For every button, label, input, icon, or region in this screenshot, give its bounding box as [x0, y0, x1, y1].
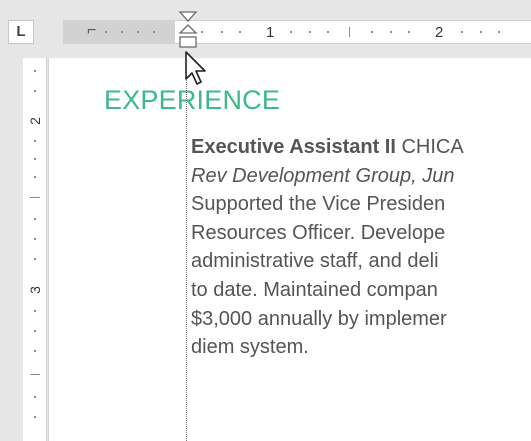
ruler-tick: [34, 310, 36, 312]
paragraph-line[interactable]: Resources Officer. Develope: [191, 219, 531, 248]
ruler-half-tick: [30, 197, 40, 198]
tab-selector-button[interactable]: L: [8, 20, 34, 44]
ruler-half-tick: [30, 374, 40, 375]
ruler-tick: [105, 31, 107, 33]
ruler-tick: [34, 416, 36, 418]
ruler-tick: [390, 31, 392, 33]
left-tab-stop-icon: L: [16, 23, 26, 40]
ruler-tick: [309, 31, 311, 33]
ruler-tick: [34, 176, 36, 178]
ruler-tick: [498, 31, 500, 33]
ruler-tick: [34, 258, 36, 260]
horizontal-ruler[interactable]: 1 2: [175, 20, 531, 44]
ruler-number: 2: [27, 117, 43, 125]
ruler-tick: [480, 31, 482, 33]
ruler-tick: [221, 31, 223, 33]
vertical-ruler[interactable]: 2 3: [23, 58, 47, 441]
ruler-tick: [239, 31, 241, 33]
paragraph-line[interactable]: Executive Assistant II CHICA: [191, 133, 531, 162]
ruler-tick: [408, 31, 410, 33]
ruler-tick: [137, 31, 139, 33]
paragraph[interactable]: Executive Assistant II CHICA Rev Develop…: [191, 133, 531, 362]
paragraph-line[interactable]: administrative staff, and deli: [191, 247, 531, 276]
paragraph-line[interactable]: diem system.: [191, 333, 531, 362]
company-line[interactable]: Rev Development Group, Jun: [191, 162, 531, 191]
ruler-half-tick: [349, 27, 350, 37]
ruler-tick: [34, 238, 36, 240]
ruler-left-margin-area: ⌐: [63, 20, 175, 44]
job-location[interactable]: CHICA: [396, 136, 463, 158]
ruler-tick: [34, 350, 36, 352]
ruler-tick: [34, 330, 36, 332]
ruler-tick: [34, 396, 36, 398]
ruler-tick: [153, 31, 155, 33]
paragraph-line[interactable]: to date. Maintained compan: [191, 276, 531, 305]
arrow-cursor-icon: [185, 51, 206, 85]
ruler-tick: [34, 158, 36, 160]
ruler-number: 1: [266, 24, 275, 41]
ruler-tick: [121, 31, 123, 33]
ruler-tick: [290, 31, 292, 33]
ruler-tick: [34, 70, 36, 72]
ruler-tick: [461, 31, 463, 33]
ruler-tick: [34, 140, 36, 142]
ruler-tick: [371, 31, 373, 33]
left-indent-icon[interactable]: [179, 36, 197, 48]
hanging-indent-icon[interactable]: [178, 24, 198, 34]
first-line-indent-icon[interactable]: [178, 11, 198, 22]
ruler-tick: [34, 90, 36, 92]
ruler-tick: [34, 218, 36, 220]
first-line-tab-marker[interactable]: ⌐: [87, 22, 96, 40]
job-title[interactable]: Executive Assistant II: [191, 136, 396, 158]
paragraph-line[interactable]: Supported the Vice Presiden: [191, 190, 531, 219]
ruler-number: 3: [27, 286, 43, 294]
paragraph-line[interactable]: $3,000 annually by implemer: [191, 305, 531, 334]
indent-guide-line: [186, 65, 187, 441]
ruler-number: 2: [435, 24, 444, 41]
ruler-tick: [327, 31, 329, 33]
ruler-tick: [201, 31, 203, 33]
